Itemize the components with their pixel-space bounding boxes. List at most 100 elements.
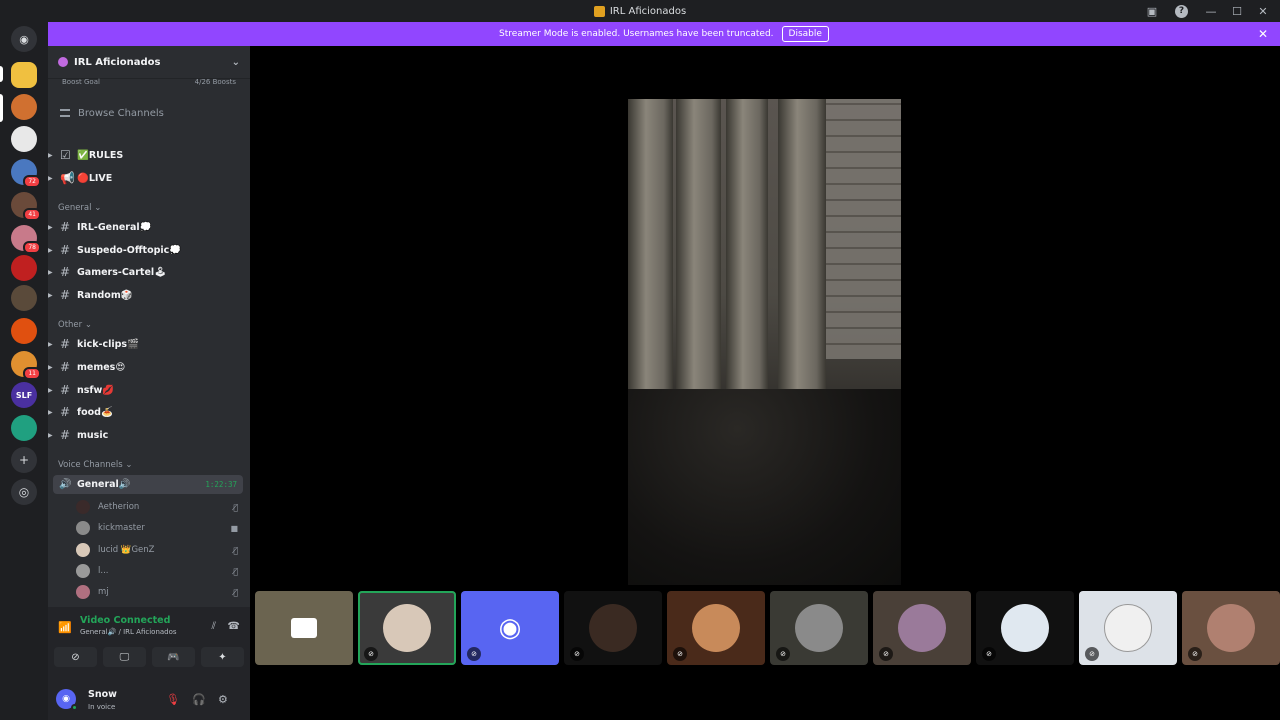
mute-icon[interactable]: 🎙 <box>166 693 180 706</box>
server-header[interactable]: IRL Aficionados ⌄ <box>48 46 250 78</box>
camera-off-button[interactable]: ⊘ <box>54 647 97 667</box>
discover-icon[interactable]: ◎ <box>11 479 37 505</box>
avatar <box>76 521 90 535</box>
activities-button[interactable]: 🎮 <box>152 647 195 667</box>
title-bar: IRL Aficionados ▣ ? — ☐ ✕ <box>0 0 1280 22</box>
server-icon[interactable]: 78 <box>11 225 41 254</box>
category-voice-channels[interactable]: Voice Channels ⌄ <box>58 460 132 470</box>
channel-name: 🔴LIVE <box>77 172 113 184</box>
participant-tile[interactable]: ⊘ <box>770 591 868 665</box>
settings-gear-icon[interactable]: ⚙ <box>218 693 228 706</box>
participant-tile-speaking[interactable]: ⊘ <box>358 591 456 665</box>
muted-icon: ⊘ <box>982 647 996 661</box>
muted-icon: ⊘ <box>776 647 790 661</box>
voice-user[interactable]: kickmaster ■ <box>76 519 242 537</box>
channel-sidebar: IRL Aficionados ⌄ Boost Goal 4/26 Boosts… <box>48 46 250 720</box>
participant-tile[interactable]: ⊘ <box>1182 591 1280 665</box>
server-icon[interactable] <box>11 255 37 281</box>
boost-goal-label: Boost Goal <box>62 78 100 86</box>
focused-video-stream[interactable] <box>628 99 901 585</box>
disconnect-icon[interactable]: ☎ <box>228 621 240 632</box>
channel-irl-general[interactable]: ▶ # IRL-General💭 <box>48 217 250 237</box>
muted-icon: ⊘ <box>570 647 584 661</box>
expand-arrow-icon: ▶ <box>48 151 53 159</box>
username[interactable]: Snow <box>88 689 117 700</box>
channel-food[interactable]: ▶ # food🍝 <box>48 402 250 422</box>
boost-goal[interactable]: Boost Goal 4/26 Boosts <box>48 78 250 86</box>
participant-tile[interactable]: ◉ ⊘ <box>461 591 559 665</box>
disable-streamer-mode-button[interactable]: Disable <box>781 26 829 42</box>
channel-memes[interactable]: ▶ # memes😍 <box>48 357 250 377</box>
mention-badge: 11 <box>23 367 41 380</box>
add-server-icon[interactable]: + <box>11 447 37 473</box>
channel-music[interactable]: ▶ # music <box>48 425 250 445</box>
browse-channels[interactable]: Browse Channels <box>48 102 250 124</box>
screen-share-button[interactable]: 🖵 <box>103 647 146 667</box>
channel-kick-clips[interactable]: ▶ # kick-clips🎬 <box>48 334 250 354</box>
soundboard-button[interactable]: ✦ <box>201 647 244 667</box>
server-icon[interactable] <box>11 126 37 152</box>
category-general[interactable]: General ⌄ <box>58 203 101 213</box>
help-icon[interactable]: ? <box>1175 4 1188 18</box>
channel-random[interactable]: ▶ # Random🎲 <box>48 285 250 305</box>
avatar <box>76 585 90 599</box>
channel-gamers-cartel[interactable]: ▶ # Gamers-Cartel🕹 <box>48 262 250 282</box>
avatar <box>383 604 431 652</box>
boost-goal-count: 4/26 Boosts <box>194 78 236 86</box>
participant-tile[interactable] <box>255 591 353 665</box>
participant-tile[interactable]: ⊘ <box>873 591 971 665</box>
server-icon[interactable] <box>11 318 37 344</box>
voice-timer: 1:22:37 <box>205 480 237 489</box>
avatar <box>1207 604 1255 652</box>
server-badge-icon <box>58 57 68 67</box>
server-icon[interactable]: 72 <box>11 159 41 188</box>
muted-icon: 🎙̸ <box>233 566 238 576</box>
list-icon <box>60 109 70 117</box>
category-other[interactable]: Other ⌄ <box>58 320 92 330</box>
voice-user[interactable]: mj 🎙̸ <box>76 583 242 601</box>
headphones-icon[interactable]: 🎧 <box>192 693 206 706</box>
user-panel: 📶 Video Connected General🔊 / IRL Aficion… <box>48 607 250 720</box>
channel-rules[interactable]: ▶ ☑ ✅RULES <box>48 145 250 165</box>
maximize-button[interactable]: ☐ <box>1224 0 1250 22</box>
server-icon[interactable] <box>11 62 37 88</box>
streamer-mode-banner: Streamer Mode is enabled. Usernames have… <box>48 22 1280 46</box>
server-icon[interactable] <box>11 415 37 441</box>
close-banner-icon[interactable]: ✕ <box>1258 27 1268 41</box>
hash-icon: # <box>60 405 71 419</box>
server-name: IRL Aficionados <box>74 56 161 68</box>
avatar <box>1001 604 1049 652</box>
close-window-button[interactable]: ✕ <box>1250 0 1276 22</box>
channel-nsfw[interactable]: ▶ # nsfw💋 <box>48 380 250 400</box>
user-status: In voice <box>88 703 116 711</box>
server-icon[interactable]: 41 <box>11 192 41 221</box>
server-icon[interactable] <box>11 285 37 311</box>
discord-home-icon[interactable]: ◉ <box>11 26 37 52</box>
expand-arrow-icon: ▶ <box>48 174 53 182</box>
participant-tile[interactable]: ⊘ <box>564 591 662 665</box>
noise-suppression-icon[interactable]: ⫽ <box>212 621 216 632</box>
hash-icon: # <box>60 220 71 234</box>
voice-location[interactable]: General🔊 / IRL Aficionados <box>80 628 177 636</box>
participant-tile[interactable]: ⊘ <box>976 591 1074 665</box>
minimize-button[interactable]: — <box>1198 0 1224 22</box>
server-list: ◉ 72 41 78 11 SLF + ◎ <box>0 22 48 720</box>
voice-user[interactable]: Aetherion 🎙̸ <box>76 498 242 516</box>
voice-channel-general[interactable]: 🔊 General🔊 1:22:37 <box>53 475 243 494</box>
server-icon[interactable]: 11 <box>11 351 41 380</box>
voice-user[interactable]: l... 🎙̸ <box>76 562 242 580</box>
server-icon-slf[interactable]: SLF <box>11 382 37 408</box>
announcement-channel-icon: 📢 <box>60 171 75 185</box>
inbox-icon[interactable]: ▣ <box>1139 0 1165 22</box>
voice-connected-label[interactable]: Video Connected <box>80 615 170 626</box>
avatar <box>898 604 946 652</box>
channel-name: ✅RULES <box>77 149 124 161</box>
avatar <box>589 604 637 652</box>
participant-tile[interactable]: ⊘ <box>667 591 765 665</box>
avatar <box>692 604 740 652</box>
channel-suspedo-offtopic[interactable]: ▶ # Suspedo-Offtopic💭 <box>48 240 250 260</box>
participant-tile[interactable]: ⊘ <box>1079 591 1177 665</box>
channel-live[interactable]: ▶ 📢 🔴LIVE <box>48 168 250 188</box>
voice-user[interactable]: lucid 👑GenZ 🎙̸ <box>76 541 242 559</box>
server-icon-irl-aficionados[interactable] <box>11 94 37 120</box>
